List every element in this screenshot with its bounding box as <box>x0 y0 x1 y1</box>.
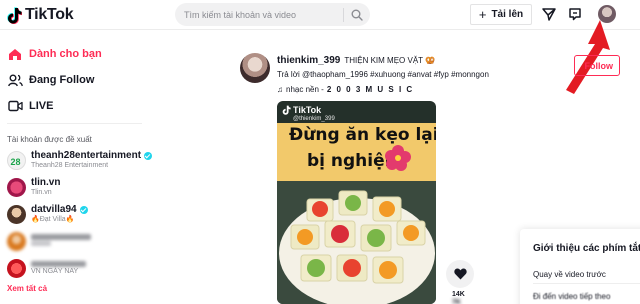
suggested-account[interactable] <box>7 230 157 252</box>
tiktok-logo[interactable]: TikTok <box>7 6 74 24</box>
avatar: 28 <box>7 150 26 170</box>
video-player[interactable]: TikTok @thienkim_399 Đừng ăn kẹo lại bị … <box>277 101 436 304</box>
sidebar-item-for-you[interactable]: Dành cho bạn <box>7 47 102 61</box>
comment-count: 7K <box>452 299 461 304</box>
caption-reply[interactable]: Trả lời @thaopham_1996 <box>277 70 368 79</box>
music-prefix: nhạc nền - <box>286 85 324 94</box>
account-username: datvilla94 <box>31 204 77 215</box>
send-icon[interactable] <box>541 6 557 22</box>
post-nickname: THIỆN KIM MẸO VẶT 🥨 <box>344 56 436 65</box>
post-caption: Trả lời @thaopham_1996 #xuhuong #anvat #… <box>277 70 489 79</box>
video-watermark: TikTok <box>282 105 321 115</box>
verified-icon <box>144 151 153 160</box>
avatar <box>7 204 26 224</box>
account-username: tlin.vn <box>31 177 61 188</box>
upload-label: Tải lên <box>491 9 524 20</box>
search-button[interactable] <box>344 3 370 26</box>
suggested-accounts-title: Tài khoản được đề xuất <box>7 135 92 144</box>
heart-icon <box>453 268 467 280</box>
search-icon <box>351 9 363 21</box>
shortcut-divider <box>533 283 640 284</box>
sidebar-item-label: LIVE <box>29 100 54 112</box>
home-icon <box>7 47 23 61</box>
top-bar: TikTok Tìm kiếm tài khoản và video + Tải… <box>0 0 640 30</box>
music-note-icon: ♫ <box>277 85 283 94</box>
caption-hashtags[interactable]: #xuhuong #anvat #fyp #monngon <box>370 70 489 79</box>
live-icon <box>7 99 23 113</box>
post-author-avatar[interactable] <box>240 53 270 83</box>
post-music[interactable]: ♫ nhạc nền - 2 0 0 3 M U S I C <box>277 85 414 94</box>
tiktok-logo-icon <box>282 105 291 115</box>
suggested-account[interactable]: datvilla94 🔥Đạt Villa🔥 <box>7 203 157 225</box>
follow-button[interactable]: Follow <box>574 55 620 76</box>
shortcuts-title: Giới thiệu các phím tắt <box>533 243 640 254</box>
sidebar-item-label: Dành cho bạn <box>29 48 102 60</box>
users-icon <box>7 73 23 87</box>
like-button[interactable] <box>446 260 474 288</box>
music-name: 2 0 0 3 M U S I C <box>326 85 414 94</box>
video-title-line: Đừng ăn kẹo lại <box>289 125 436 145</box>
account-display-name: Theanh28 Entertainment <box>31 162 109 169</box>
like-count: 14K <box>452 291 465 298</box>
post-username: thienkim_399 <box>277 55 341 66</box>
search-bar[interactable]: Tìm kiếm tài khoản và video <box>175 3 370 26</box>
sidebar-item-live[interactable]: LIVE <box>7 99 53 113</box>
avatar <box>7 177 26 197</box>
sidebar-item-label: Đang Follow <box>29 74 95 86</box>
avatar <box>7 258 26 278</box>
account-display-name: 🔥Đạt Villa🔥 <box>31 216 75 223</box>
shortcut-row: Đi đến video tiếp theo <box>533 292 611 301</box>
account-display-name: VN NGÀY NAY <box>31 267 79 275</box>
blurred-text <box>31 233 91 240</box>
video-handle: @thienkim_399 <box>293 116 335 122</box>
blurred-text <box>31 260 86 267</box>
svg-text:28: 28 <box>11 157 21 167</box>
plus-icon: + <box>478 7 487 22</box>
account-username: theanh28entertainment <box>31 150 142 161</box>
suggested-account[interactable]: tlin.vn Tlin.vn <box>7 176 157 198</box>
search-input[interactable]: Tìm kiếm tài khoản và video <box>184 10 343 20</box>
blurred-text <box>31 240 51 246</box>
video-title-line: bị nghiện <box>307 151 397 171</box>
keyboard-shortcuts-panel: Giới thiệu các phím tắt Quay về video tr… <box>520 229 640 304</box>
verified-icon <box>79 205 88 214</box>
tiktok-logo-icon <box>7 6 22 24</box>
see-all-link[interactable]: Xem tất cả <box>7 284 47 293</box>
account-display-name: Tlin.vn <box>31 189 52 196</box>
left-sidebar: Dành cho bạn Đang Follow LIVE Tài khoản … <box>0 30 153 304</box>
post-author[interactable]: thienkim_399 THIỆN KIM MẸO VẶT 🥨 <box>277 55 435 66</box>
sidebar-item-following[interactable]: Đang Follow <box>7 73 94 87</box>
upload-button[interactable]: + Tải lên <box>470 4 532 25</box>
suggested-account[interactable]: 28 theanh28entertainment Theanh28 Entert… <box>7 149 157 171</box>
sidebar-divider <box>7 123 142 124</box>
avatar <box>7 231 26 251</box>
logo-text: TikTok <box>25 6 74 23</box>
suggested-account[interactable]: VN NGÀY NAY <box>7 257 157 279</box>
video-thumbnail-candy <box>277 181 436 304</box>
video-logo-text: TikTok <box>293 105 322 115</box>
hibiscus-icon <box>385 145 411 171</box>
shortcut-row: Quay về video trước <box>533 270 606 279</box>
